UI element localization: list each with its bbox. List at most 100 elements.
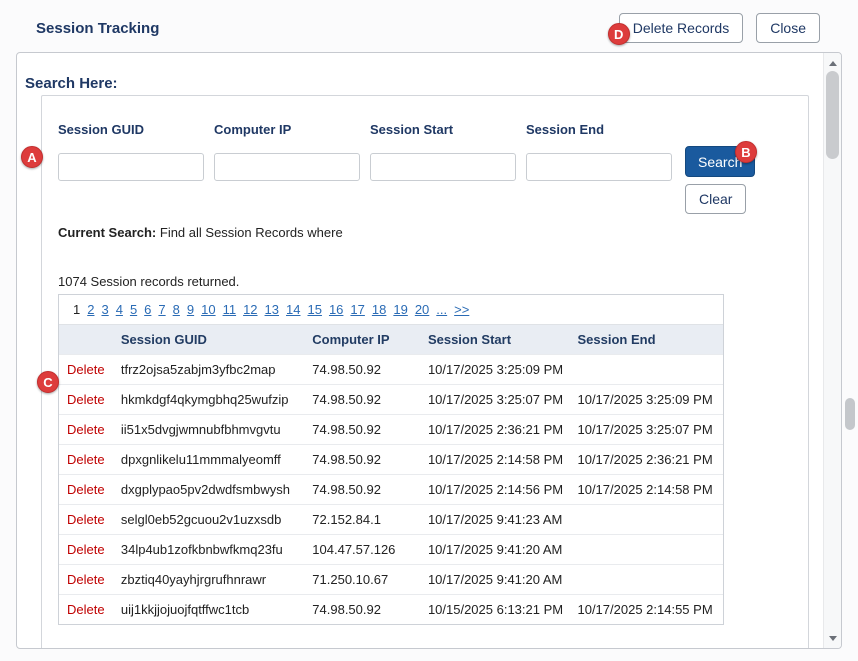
session-end-input[interactable] <box>526 153 672 181</box>
pagination: 1 2 3 4 5 6 7 8 9 10 11 12 13 14 15 16 1… <box>59 295 723 325</box>
delete-link[interactable]: Delete <box>67 602 105 617</box>
page-link-next[interactable]: >> <box>454 302 469 317</box>
session-guid-input[interactable] <box>58 153 204 181</box>
session-guid-cell: ii51x5dvgjwmnubfbhmvgvtu <box>113 415 304 444</box>
page-link[interactable]: 4 <box>116 302 123 317</box>
session-end-cell: 10/17/2025 2:14:58 PM <box>569 475 723 504</box>
session-guid-field: Session GUID <box>58 122 214 181</box>
page-link[interactable]: 2 <box>87 302 94 317</box>
computer-ip-input[interactable] <box>214 153 360 181</box>
table-row: Delete dpxgnlikelu11mmmalyeomff 74.98.50… <box>59 444 723 474</box>
session-guid-cell: 34lp4ub1zofkbnbwfkmq23fu <box>113 535 304 564</box>
delete-link[interactable]: Delete <box>67 392 105 407</box>
session-end-cell: 10/17/2025 2:36:21 PM <box>569 445 723 474</box>
page-scrollbar-thumb[interactable] <box>845 398 855 430</box>
page-link[interactable]: 10 <box>201 302 215 317</box>
session-start-input[interactable] <box>370 153 516 181</box>
delete-records-button-wrap: D Delete Records <box>619 13 744 43</box>
annotation-badge-b: B <box>735 141 757 163</box>
page-link[interactable]: 11 <box>223 302 237 317</box>
table-row: Delete 34lp4ub1zofkbnbwfkmq23fu 104.47.5… <box>59 534 723 564</box>
page-link[interactable]: 5 <box>130 302 137 317</box>
delete-records-button[interactable]: Delete Records <box>619 13 744 43</box>
close-button[interactable]: Close <box>756 13 820 43</box>
header-delete-cell <box>59 325 113 354</box>
header-actions: D Delete Records Close <box>619 13 820 43</box>
table-row: Delete hkmkdgf4qkymgbhq25wufzip 74.98.50… <box>59 384 723 414</box>
session-guid-label: Session GUID <box>58 122 214 137</box>
page-title: Session Tracking <box>36 20 619 37</box>
current-search: Current Search: Find all Session Records… <box>58 225 808 240</box>
session-start-cell: 10/17/2025 3:25:07 PM <box>420 385 570 414</box>
delete-link[interactable]: Delete <box>67 482 105 497</box>
header-session-start: Session Start <box>420 325 570 354</box>
computer-ip-label: Computer IP <box>214 122 370 137</box>
header-session-guid: Session GUID <box>113 325 304 354</box>
scrollbar-thumb[interactable] <box>826 71 839 159</box>
header-session-end: Session End <box>569 325 723 354</box>
page-link[interactable]: 3 <box>101 302 108 317</box>
session-guid-cell: hkmkdgf4qkymgbhq25wufzip <box>113 385 304 414</box>
records-count: 1074 Session records returned. <box>58 274 808 289</box>
page-link[interactable]: 8 <box>173 302 180 317</box>
session-start-cell: 10/17/2025 2:14:56 PM <box>420 475 570 504</box>
session-end-cell: 10/17/2025 3:25:09 PM <box>569 385 723 414</box>
computer-ip-cell: 71.250.10.67 <box>304 565 420 594</box>
search-box: Session GUID Computer IP Session Start S… <box>41 95 809 649</box>
page-link[interactable]: 18 <box>372 302 386 317</box>
session-start-cell: 10/17/2025 2:14:58 PM <box>420 445 570 474</box>
page-link[interactable]: 9 <box>187 302 194 317</box>
panel-scrollbar[interactable] <box>823 53 841 648</box>
computer-ip-cell: 104.47.57.126 <box>304 535 420 564</box>
computer-ip-cell: 74.98.50.92 <box>304 475 420 504</box>
session-tracking-panel: A C Search Here: Session GUID Computer I… <box>16 52 842 649</box>
scroll-down-arrow-icon[interactable] <box>824 630 841 646</box>
session-start-cell: 10/17/2025 9:41:23 AM <box>420 505 570 534</box>
delete-link[interactable]: Delete <box>67 452 105 467</box>
page-current: 1 <box>73 302 80 317</box>
header-computer-ip: Computer IP <box>304 325 420 354</box>
annotation-badge-a: A <box>21 146 43 168</box>
page-link[interactable]: 15 <box>307 302 321 317</box>
computer-ip-cell: 74.98.50.92 <box>304 385 420 414</box>
page-link[interactable]: 19 <box>393 302 407 317</box>
session-start-cell: 10/17/2025 9:41:20 AM <box>420 535 570 564</box>
session-start-field: Session Start <box>370 122 526 181</box>
session-start-cell: 10/17/2025 2:36:21 PM <box>420 415 570 444</box>
table-row: Delete tfrz2ojsa5zabjm3yfbc2map 74.98.50… <box>59 354 723 384</box>
table-row: Delete uij1kkjjojuojfqtffwc1tcb 74.98.50… <box>59 594 723 624</box>
session-end-cell <box>569 535 723 564</box>
page-link-ellipsis[interactable]: ... <box>436 302 447 317</box>
delete-link[interactable]: Delete <box>67 512 105 527</box>
computer-ip-field: Computer IP <box>214 122 370 181</box>
clear-button[interactable]: Clear <box>685 184 746 214</box>
session-start-cell: 10/15/2025 6:13:21 PM <box>420 595 570 624</box>
annotation-badge-c: C <box>37 371 59 393</box>
page-link[interactable]: 17 <box>350 302 364 317</box>
scroll-up-arrow-icon[interactable] <box>824 55 841 71</box>
page-link[interactable]: 20 <box>415 302 429 317</box>
page-link[interactable]: 13 <box>265 302 279 317</box>
page-link[interactable]: 6 <box>144 302 151 317</box>
session-guid-cell: dxgplypao5pv2dwdfsmbwysh <box>113 475 304 504</box>
table-row: Delete zbztiq40yayhjrgrufhnrawr 71.250.1… <box>59 564 723 594</box>
delete-link[interactable]: Delete <box>67 362 105 377</box>
delete-link[interactable]: Delete <box>67 422 105 437</box>
session-guid-cell: zbztiq40yayhjrgrufhnrawr <box>113 565 304 594</box>
page-link[interactable]: 12 <box>243 302 257 317</box>
page-link[interactable]: 16 <box>329 302 343 317</box>
computer-ip-cell: 74.98.50.92 <box>304 595 420 624</box>
delete-link[interactable]: Delete <box>67 542 105 557</box>
table-row: Delete selgl0eb52gcuou2v1uzxsdb 72.152.8… <box>59 504 723 534</box>
computer-ip-cell: 74.98.50.92 <box>304 445 420 474</box>
page-link[interactable]: 7 <box>158 302 165 317</box>
session-guid-cell: tfrz2ojsa5zabjm3yfbc2map <box>113 355 304 384</box>
current-search-label: Current Search: <box>58 225 156 240</box>
top-header: Session Tracking D Delete Records Close <box>0 0 858 52</box>
table-row: Delete ii51x5dvgjwmnubfbhmvgvtu 74.98.50… <box>59 414 723 444</box>
computer-ip-cell: 74.98.50.92 <box>304 355 420 384</box>
session-guid-cell: selgl0eb52gcuou2v1uzxsdb <box>113 505 304 534</box>
delete-link[interactable]: Delete <box>67 572 105 587</box>
page-link[interactable]: 14 <box>286 302 300 317</box>
session-start-cell: 10/17/2025 3:25:09 PM <box>420 355 570 384</box>
